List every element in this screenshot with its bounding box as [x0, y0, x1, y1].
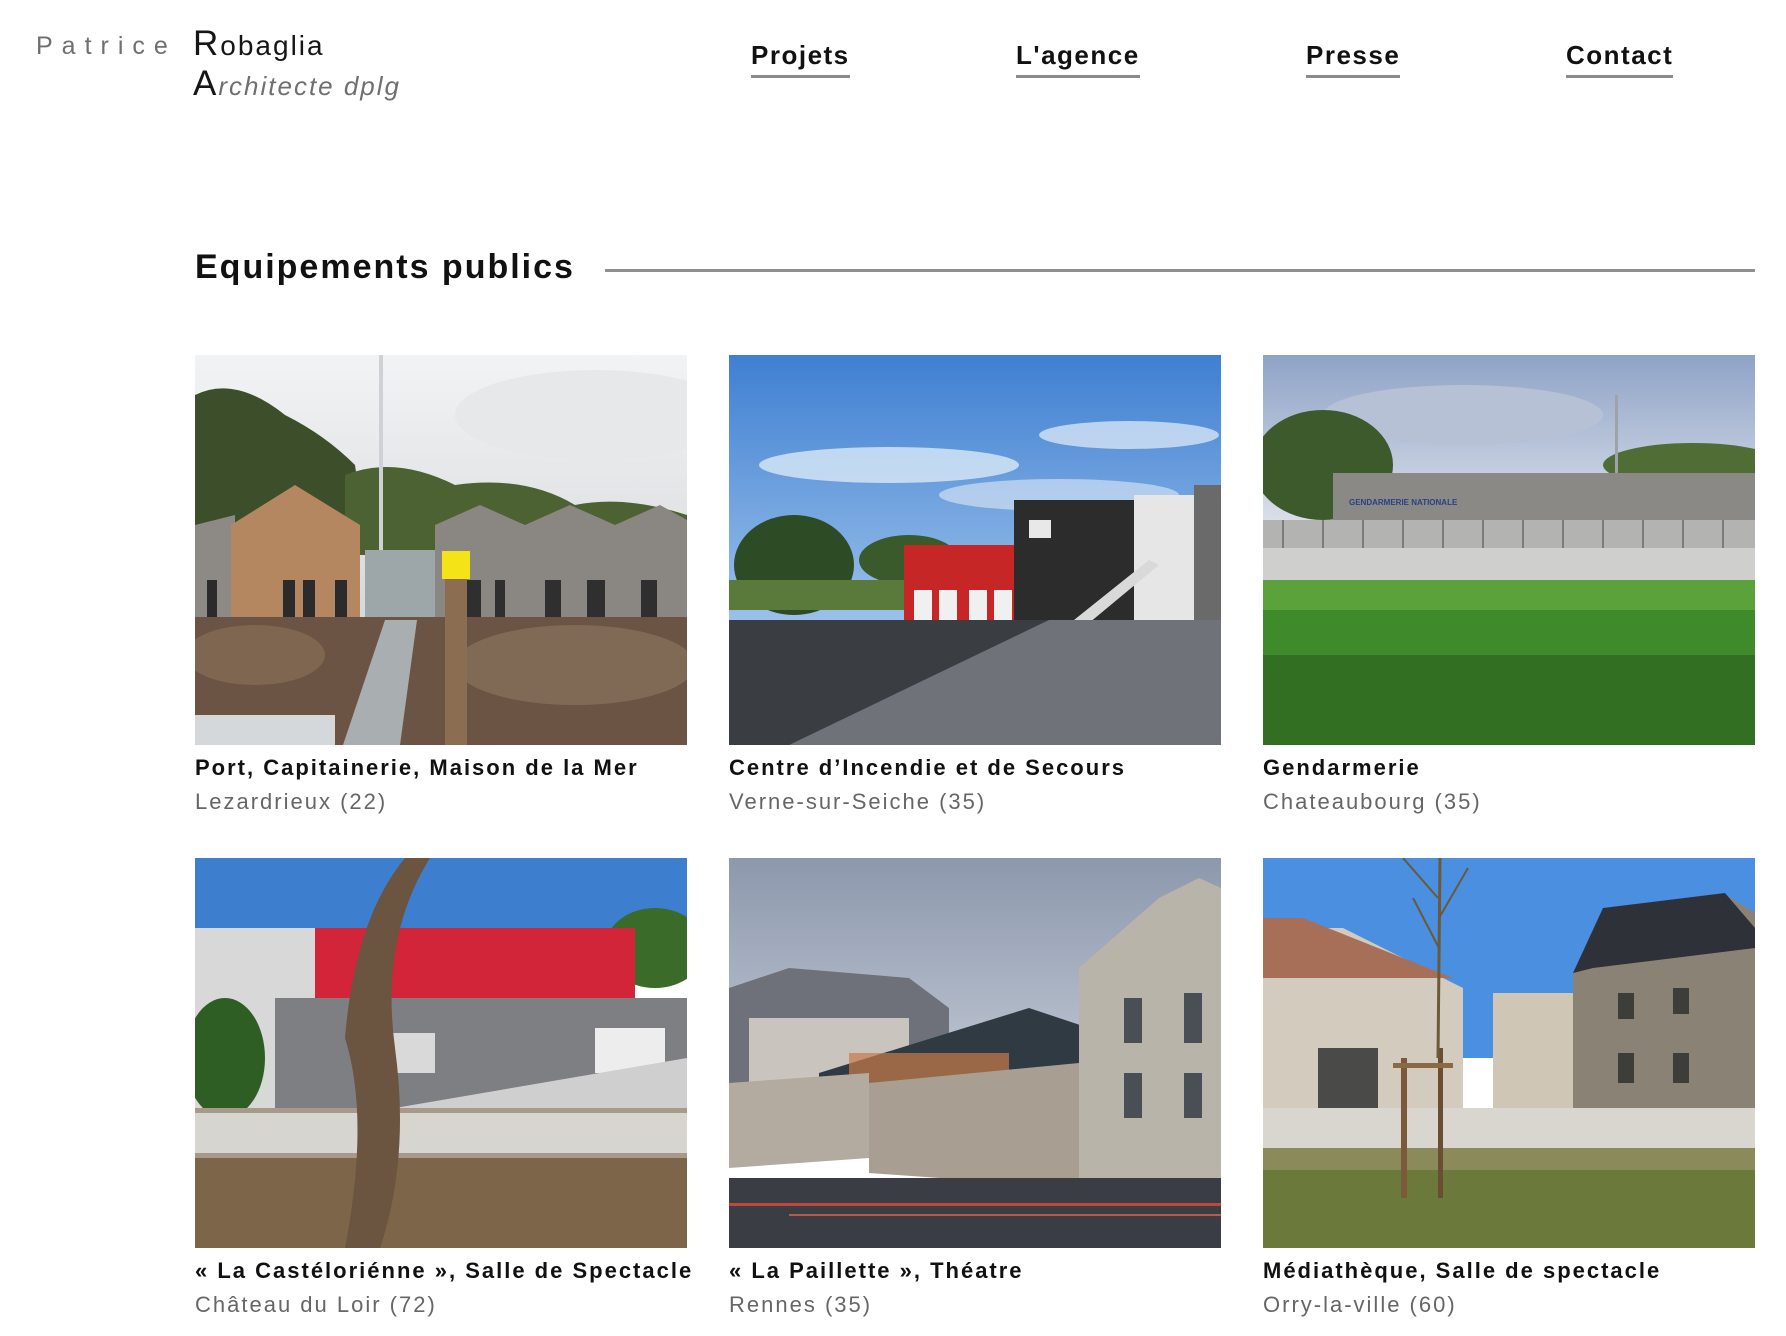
project-title[interactable]: Médiathèque, Salle de spectacle	[1263, 1258, 1755, 1284]
nav-link-agence[interactable]: L'agence	[1016, 40, 1140, 78]
project-card-mediatheque[interactable]: Médiathèque, Salle de spectacle Orry-la-…	[1263, 858, 1755, 1318]
project-card-port[interactable]: Port, Capitainerie, Maison de la Mer Lez…	[195, 355, 687, 815]
nav-link-presse[interactable]: Presse	[1306, 40, 1401, 78]
logo-first-name: Patrice	[36, 32, 177, 60]
project-location: Rennes (35)	[729, 1292, 873, 1317]
section-title: Equipements publics	[195, 248, 575, 286]
project-location: Verne-sur-Seiche (35)	[729, 789, 987, 814]
photo-media-library	[1263, 858, 1755, 1248]
project-title[interactable]: « La Castéloriénne », Salle de Spectacle	[195, 1258, 691, 1284]
project-photo-mediatheque[interactable]	[1263, 858, 1755, 1248]
project-card-casteloriennne[interactable]: « La Castéloriénne », Salle de Spectacle…	[195, 858, 691, 1318]
nav-link-projets[interactable]: Projets	[751, 40, 850, 78]
logo-last-rest: obaglia	[220, 30, 325, 61]
logo-last-initial: R	[193, 24, 221, 63]
photo-fire-station	[729, 355, 1221, 745]
logo-role-rest: rchitecte dplg	[218, 71, 402, 101]
project-photo-fire-station[interactable]	[729, 355, 1221, 745]
project-location: Chateaubourg (35)	[1263, 789, 1482, 814]
logo-role-initial: A	[193, 64, 219, 103]
photo-gendarmerie: GENDARMERIE NATIONALE	[1263, 355, 1755, 745]
project-title[interactable]: « La Paillette », Théatre	[729, 1258, 1221, 1284]
sign-gendarmerie-text: GENDARMERIE NATIONALE	[1349, 498, 1458, 507]
photo-theatre-dusk	[729, 858, 1221, 1248]
photo-port-harbor	[195, 355, 687, 745]
project-location: Lezardrieux (22)	[195, 789, 388, 814]
nav-link-contact[interactable]: Contact	[1566, 40, 1674, 78]
project-title[interactable]: Gendarmerie	[1263, 755, 1755, 781]
project-card-paillette[interactable]: « La Paillette », Théatre Rennes (35)	[729, 858, 1221, 1318]
logo-role: Architecte dplg	[193, 64, 401, 104]
project-card-fire-station[interactable]: Centre d’Incendie et de Secours Verne-su…	[729, 355, 1221, 815]
project-photo-casteloriennne[interactable]	[195, 858, 687, 1248]
project-photo-port[interactable]	[195, 355, 687, 745]
photo-concert-hall	[195, 858, 687, 1248]
logo-last-name: Robaglia	[193, 24, 325, 64]
project-title[interactable]: Port, Capitainerie, Maison de la Mer	[195, 755, 687, 781]
project-title[interactable]: Centre d’Incendie et de Secours	[729, 755, 1221, 781]
section-divider	[605, 269, 1755, 272]
project-location: Orry-la-ville (60)	[1263, 1292, 1457, 1317]
project-card-gendarmerie[interactable]: GENDARMERIE NATIONALE Gendarmerie Chatea…	[1263, 355, 1755, 815]
project-location: Château du Loir (72)	[195, 1292, 437, 1317]
project-photo-gendarmerie[interactable]: GENDARMERIE NATIONALE	[1263, 355, 1755, 745]
project-photo-paillette[interactable]	[729, 858, 1221, 1248]
